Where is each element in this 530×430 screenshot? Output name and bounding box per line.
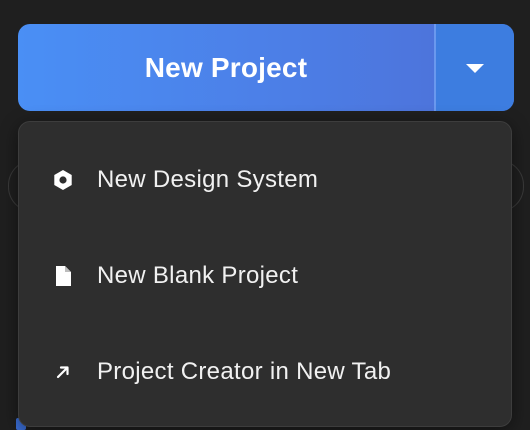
- new-project-button[interactable]: New Project: [18, 24, 434, 111]
- menu-item-label: New Blank Project: [97, 262, 299, 289]
- caret-down-icon: [466, 64, 484, 73]
- file-icon: [51, 264, 75, 288]
- new-project-dropdown-menu: New Design System New Blank Project Proj…: [18, 121, 512, 427]
- menu-item-label: New Design System: [97, 166, 319, 193]
- app-stage: New Project New Design System New Blank …: [0, 0, 530, 430]
- menu-item-new-design-system[interactable]: New Design System: [19, 150, 511, 210]
- new-project-dropdown-toggle[interactable]: [436, 24, 514, 111]
- menu-item-new-blank-project[interactable]: New Blank Project: [19, 246, 511, 306]
- menu-item-project-creator-new-tab[interactable]: Project Creator in New Tab: [19, 342, 511, 402]
- menu-item-label: Project Creator in New Tab: [97, 358, 392, 385]
- external-arrow-icon: [51, 360, 75, 384]
- new-project-split-button: New Project: [18, 24, 514, 111]
- hexagon-icon: [51, 168, 75, 192]
- new-project-button-label: New Project: [144, 51, 308, 83]
- split-button-divider: [434, 24, 436, 111]
